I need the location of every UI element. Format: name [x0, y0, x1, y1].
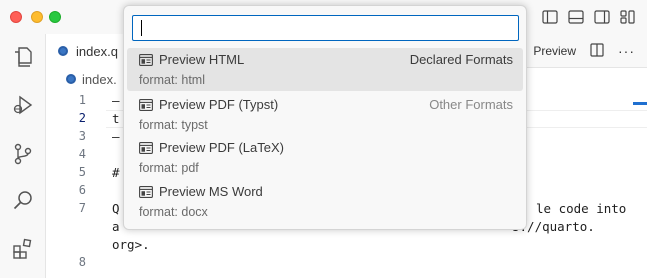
close-window-button[interactable]: [10, 11, 22, 23]
line-number: 5: [78, 165, 86, 179]
item-label: Preview MS Word: [159, 184, 263, 199]
item-detail: format: docx: [139, 205, 208, 219]
maximize-window-button[interactable]: [49, 11, 61, 23]
item-detail: format: typst: [139, 118, 208, 132]
code-line-1: —: [112, 93, 120, 108]
toggle-secondary-sidebar-icon[interactable]: [593, 8, 611, 26]
item-detail: format: pdf: [139, 161, 199, 175]
source-control-icon[interactable]: [8, 139, 38, 169]
editor-actions: Preview ···: [533, 34, 635, 68]
customize-layout-icon[interactable]: [619, 8, 637, 26]
line-number: 6: [78, 183, 86, 197]
preview-icon: [139, 98, 153, 111]
preview-button[interactable]: Preview: [533, 44, 576, 58]
item-label-row: Preview PDF (LaTeX): [139, 140, 284, 155]
quick-pick-item-preview-html[interactable]: Preview HTML format: html Declared Forma…: [127, 48, 523, 91]
line-number-gutter: 1 2 3 4 5 6 7 8: [46, 90, 106, 278]
run-and-debug-icon[interactable]: [8, 90, 38, 120]
item-label-row: Preview HTML: [139, 52, 244, 67]
breadcrumb-filename[interactable]: index.: [82, 72, 117, 87]
text-cursor: [141, 20, 142, 36]
line-number: 2: [78, 111, 86, 125]
code-line-3: —: [112, 129, 120, 144]
line-number: 1: [78, 93, 86, 107]
line-number: 7: [78, 201, 86, 215]
quarto-file-icon: [66, 74, 76, 84]
item-detail: format: html: [139, 73, 205, 87]
item-label: Preview HTML: [159, 52, 245, 67]
preview-icon: [139, 53, 153, 66]
code-line-5: #: [112, 165, 120, 180]
extensions-icon[interactable]: [8, 234, 38, 264]
scrollbar-marker: [633, 102, 647, 105]
item-label-row: Preview PDF (Typst): [139, 97, 278, 112]
quick-pick-menu: Preview HTML format: html Declared Forma…: [123, 5, 527, 230]
more-actions-icon[interactable]: ···: [618, 43, 635, 59]
explorer-icon[interactable]: [8, 42, 38, 72]
quick-pick-item-preview-ms-word[interactable]: Preview MS Word format: docx: [127, 180, 523, 223]
quick-pick-item-preview-pdf-latex[interactable]: Preview PDF (LaTeX) format: pdf: [127, 136, 523, 179]
item-label: Preview PDF (Typst): [159, 97, 279, 112]
toggle-panel-icon[interactable]: [567, 8, 585, 26]
code-line-7-wrap: a: [112, 219, 120, 234]
preview-icon: [139, 185, 153, 198]
item-label: Preview PDF (LaTeX): [159, 140, 284, 155]
quick-pick-item-preview-pdf-typst[interactable]: Preview PDF (Typst) format: typst Other …: [127, 93, 523, 136]
code-line-2: t: [112, 111, 120, 126]
toggle-primary-sidebar-icon[interactable]: [541, 8, 559, 26]
tab-label: index.q: [76, 43, 118, 59]
search-icon[interactable]: [8, 186, 38, 216]
activity-bar: [0, 34, 46, 278]
quarto-file-icon: [58, 46, 68, 56]
preview-icon: [139, 141, 153, 154]
code-line-7-tail: le code into: [536, 201, 627, 216]
item-label-row: Preview MS Word: [139, 184, 263, 199]
quick-pick-input[interactable]: [132, 15, 519, 41]
layout-controls: [541, 8, 637, 26]
code-line-7-wrap-2: org>.: [112, 237, 150, 252]
line-number: 3: [78, 129, 86, 143]
minimize-window-button[interactable]: [31, 11, 43, 23]
line-number: 4: [78, 147, 86, 161]
line-number: 8: [78, 255, 86, 269]
split-editor-icon[interactable]: [590, 42, 604, 60]
group-label-declared-formats: Declared Formats: [409, 52, 513, 67]
code-line-7: Q: [112, 201, 120, 216]
group-label-other-formats: Other Formats: [429, 97, 513, 112]
